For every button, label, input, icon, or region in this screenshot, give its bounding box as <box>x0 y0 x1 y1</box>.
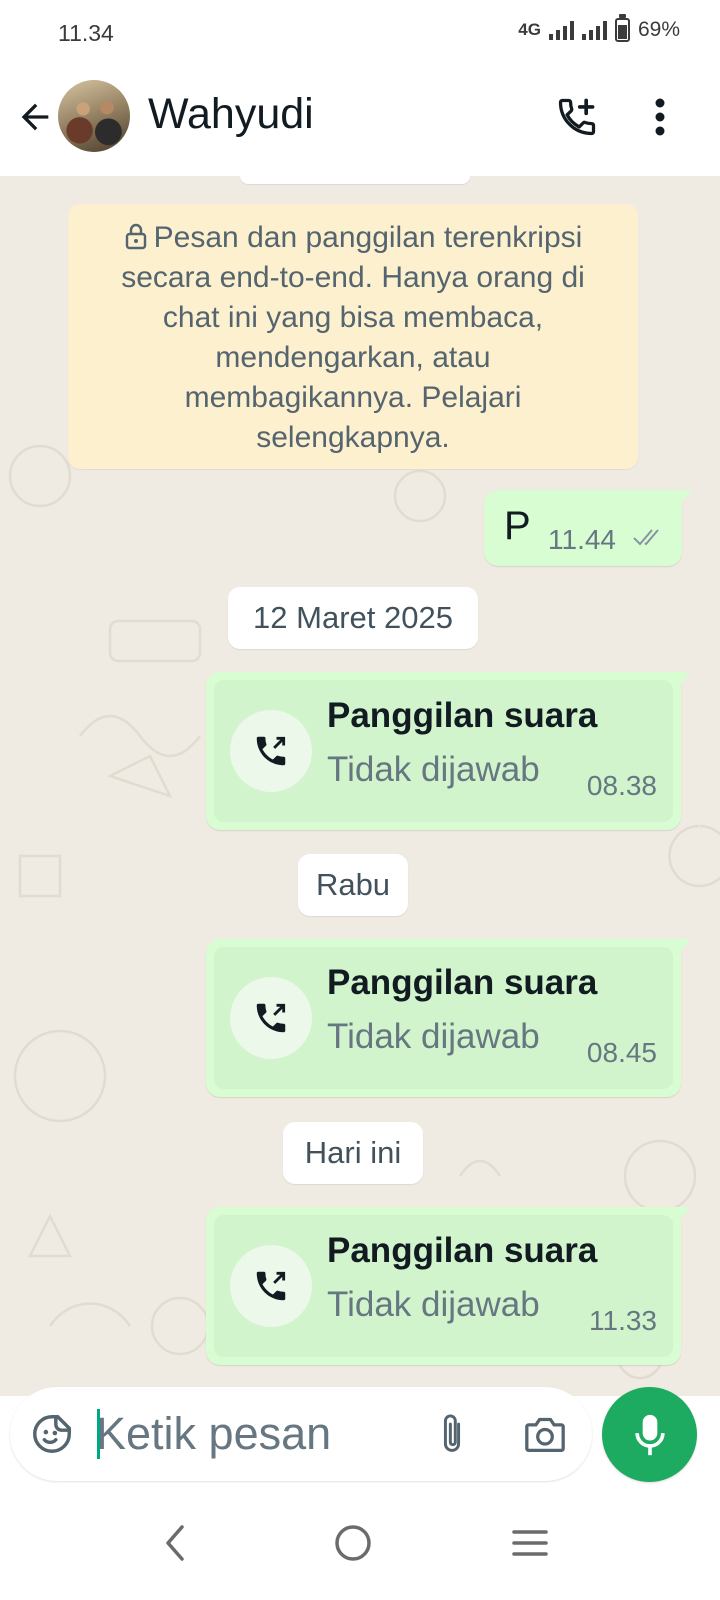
outgoing-message[interactable]: P 11.44 <box>484 490 692 566</box>
call-icon-circle <box>230 710 312 792</box>
call-bubble[interactable]: Panggilan suara Tidak dijawab 08.38 <box>206 672 691 830</box>
outgoing-call-icon <box>256 1003 286 1033</box>
add-call-icon <box>558 98 596 136</box>
message-text: P <box>504 504 531 548</box>
date-chip: Rabu <box>298 854 408 916</box>
call-bubble[interactable]: Panggilan suara Tidak dijawab 11.33 <box>206 1207 691 1365</box>
signal-icon <box>548 20 574 40</box>
emoji-sticker-button[interactable] <box>28 1410 76 1458</box>
contact-name[interactable]: Wahyudi <box>148 90 314 139</box>
camera-icon <box>525 1417 565 1452</box>
bubble-tail <box>680 490 692 504</box>
date-chip: Hari ini <box>283 1122 423 1184</box>
home-circle-icon <box>335 1525 371 1561</box>
call-title: Panggilan suara <box>327 696 598 735</box>
call-status: Tidak dijawab <box>327 1017 540 1056</box>
text-cursor <box>97 1409 100 1459</box>
battery-icon <box>614 14 630 42</box>
microphone-icon <box>634 1414 665 1455</box>
call-bubble[interactable]: Panggilan suara Tidak dijawab 08.45 <box>206 939 691 1097</box>
message-input[interactable] <box>96 1401 396 1467</box>
paperclip-icon <box>443 1414 461 1452</box>
status-indicators: 4G 69% <box>518 14 680 42</box>
system-navigation-bar <box>0 1490 720 1600</box>
outgoing-call-icon <box>256 1271 286 1301</box>
more-options-button[interactable] <box>640 92 680 142</box>
voice-message-button[interactable] <box>602 1387 697 1482</box>
signal-icon-2 <box>581 20 607 40</box>
date-chip: 12 Maret 2025 <box>228 587 478 649</box>
back-button[interactable] <box>12 94 58 140</box>
lock-icon <box>125 223 146 250</box>
status-bar: 11.34 4G 69% <box>0 0 720 66</box>
outgoing-call-icon <box>256 736 286 766</box>
chevron-left-icon <box>166 1525 184 1561</box>
call-card: Panggilan suara Tidak dijawab 08.45 <box>214 947 673 1089</box>
status-time: 11.34 <box>58 20 114 46</box>
call-time: 08.45 <box>586 1037 657 1068</box>
call-title: Panggilan suara <box>327 1231 598 1270</box>
message-time: 11.44 <box>548 524 616 555</box>
back-arrow-icon <box>21 103 49 131</box>
call-title: Panggilan suara <box>327 963 598 1002</box>
battery-percent: 69% <box>637 18 680 41</box>
chat-area[interactable]: Pesan dan panggilan terenkripsi secara e… <box>0 176 720 1396</box>
camera-button[interactable] <box>520 1409 570 1459</box>
read-receipt-icon <box>633 529 659 546</box>
call-status: Tidak dijawab <box>327 750 540 789</box>
call-icon-circle <box>230 1245 312 1327</box>
scrolled-date-chip <box>240 176 470 184</box>
encryption-notice[interactable]: Pesan dan panggilan terenkripsi secara e… <box>68 204 638 469</box>
message-composer <box>10 1387 592 1481</box>
add-call-button[interactable] <box>552 92 602 142</box>
nav-back-button[interactable] <box>135 1508 215 1578</box>
network-type-label: 4G <box>518 20 541 39</box>
call-card: Panggilan suara Tidak dijawab 08.38 <box>214 680 673 822</box>
more-vert-icon <box>655 98 665 136</box>
call-card: Panggilan suara Tidak dijawab 11.33 <box>214 1215 673 1357</box>
bubble-tail <box>679 939 691 953</box>
menu-lines-icon <box>512 1530 548 1556</box>
call-icon-circle <box>230 977 312 1059</box>
nav-home-button[interactable] <box>313 1508 393 1578</box>
sticker-emoji-icon <box>33 1415 71 1453</box>
chat-header: Wahyudi <box>0 66 720 176</box>
bubble-tail <box>679 1207 691 1221</box>
attach-button[interactable] <box>428 1409 476 1459</box>
encryption-notice-text: Pesan dan panggilan terenkripsi secara e… <box>121 221 585 454</box>
nav-recents-button[interactable] <box>490 1508 570 1578</box>
bubble-tail <box>679 672 691 686</box>
call-time: 11.33 <box>589 1305 657 1336</box>
avatar[interactable] <box>58 80 130 152</box>
call-time: 08.38 <box>586 770 657 801</box>
call-status: Tidak dijawab <box>327 1285 540 1324</box>
